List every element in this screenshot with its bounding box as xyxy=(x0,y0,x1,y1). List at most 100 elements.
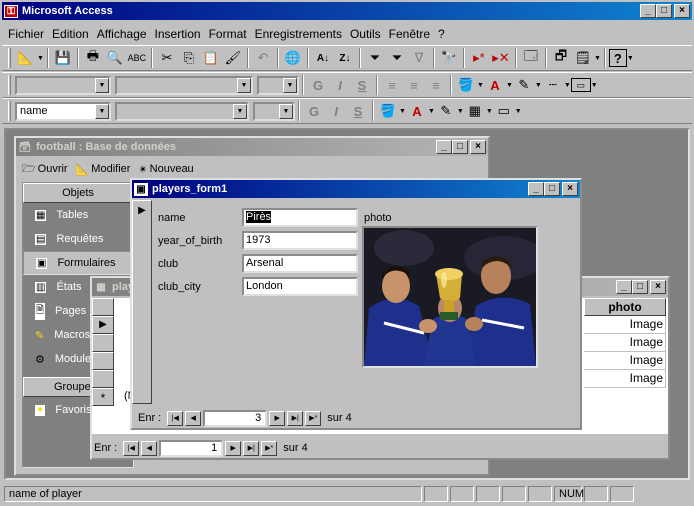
form-window: ▣ players_form1 _ □ × ▶ name Pirès year_… xyxy=(130,178,582,430)
form-maximize-button[interactable]: □ xyxy=(544,182,560,196)
sort-descending-icon[interactable]: Z↓ xyxy=(334,47,356,69)
view-icon[interactable]: 📐 xyxy=(15,47,37,69)
maximize-button[interactable]: □ xyxy=(656,4,672,18)
object-selector-combo[interactable]: name ▼ xyxy=(15,101,111,121)
form-first-record-button[interactable]: |◀ xyxy=(167,410,184,426)
table-record-total: sur 4 xyxy=(283,442,308,454)
previous-record-button[interactable]: ◀ xyxy=(141,440,158,456)
new-record-icon[interactable]: ▸* xyxy=(468,47,490,69)
font-color-icon[interactable]: A xyxy=(406,100,428,122)
photo-cell[interactable]: Image xyxy=(584,370,666,388)
form-minimize-button[interactable]: _ xyxy=(528,182,544,196)
menu-insertion[interactable]: Insertion xyxy=(151,27,205,41)
record-selector[interactable]: ▶ xyxy=(92,316,114,334)
font-size-combo[interactable]: ▼ xyxy=(253,101,295,121)
new-record-selector[interactable]: * xyxy=(92,388,114,406)
form-record-selector[interactable]: ▶ xyxy=(132,200,152,404)
spellcheck-icon[interactable]: ABC xyxy=(126,47,148,69)
form-previous-record-button[interactable]: ◀ xyxy=(185,410,202,426)
photo-cell[interactable]: Image xyxy=(584,334,666,352)
club-field[interactable]: Arsenal xyxy=(242,254,358,273)
new-object-icon[interactable]: 🗒 xyxy=(572,47,594,69)
italic-button[interactable]: I xyxy=(325,100,347,122)
copy-icon[interactable]: ⎘ xyxy=(178,47,200,69)
sort-ascending-icon[interactable]: A↓ xyxy=(312,47,334,69)
find-icon[interactable]: 🔭 xyxy=(438,47,460,69)
db-maximize-button[interactable]: □ xyxy=(452,140,468,154)
properties-icon[interactable]: 🗔 xyxy=(520,47,542,69)
form-record-number-input[interactable]: 3 xyxy=(203,409,268,427)
align-left-icon: ≡ xyxy=(388,77,396,93)
new-record-button[interactable]: ▶* xyxy=(261,440,278,456)
close-button[interactable]: × xyxy=(674,4,690,18)
menu-format[interactable]: Format xyxy=(205,27,251,41)
form-next-record-button[interactable]: ▶ xyxy=(269,410,286,426)
name-label: name xyxy=(158,212,186,224)
form-new-record-button[interactable]: ▶* xyxy=(305,410,322,426)
table-maximize-button[interactable]: □ xyxy=(632,280,648,294)
menu-affichage[interactable]: Affichage xyxy=(93,27,151,41)
next-record-button[interactable]: ▶ xyxy=(225,440,242,456)
photo-column-header[interactable]: photo xyxy=(584,298,666,316)
bold-button[interactable]: G xyxy=(303,100,325,122)
form-last-record-button[interactable]: ▶| xyxy=(287,410,304,426)
format-painter-icon[interactable]: 🖌 xyxy=(222,47,244,69)
first-record-button[interactable]: |◀ xyxy=(123,440,140,456)
open-button[interactable]: 🗁 Ouvrir xyxy=(22,160,68,179)
undo-icon[interactable]: ↶ xyxy=(252,47,274,69)
database-window-icon[interactable]: 🗗 xyxy=(550,47,572,69)
apply-filter-icon[interactable]: ∇ xyxy=(408,47,430,69)
objects-item-tables[interactable]: ▦ Tables xyxy=(23,203,133,227)
menu-help[interactable]: ? xyxy=(434,27,449,41)
db-close-button[interactable]: × xyxy=(470,140,486,154)
menu-fichier[interactable]: Fichier xyxy=(4,27,48,41)
objects-item-queries[interactable]: ▤ Requêtes xyxy=(23,227,133,251)
menu-fenetre[interactable]: Fenêtre xyxy=(385,27,434,41)
last-record-button[interactable]: ▶| xyxy=(243,440,260,456)
object-combo-disabled: ▼ xyxy=(15,75,111,95)
objects-item-forms[interactable]: ▣ Formulaires xyxy=(23,251,133,275)
table-close-button[interactable]: × xyxy=(650,280,666,294)
photo-frame[interactable] xyxy=(362,226,538,368)
minimize-button[interactable]: _ xyxy=(640,4,656,18)
gridlines-icon[interactable]: ▦ xyxy=(464,100,486,122)
form-close-button[interactable]: × xyxy=(562,182,578,196)
db-minimize-button[interactable]: _ xyxy=(436,140,452,154)
fill-color-icon[interactable]: 🪣 xyxy=(377,100,399,122)
favorites-icon: ✦ xyxy=(35,404,46,416)
objects-header[interactable]: Objets xyxy=(23,183,133,203)
report-icon: ▥ xyxy=(35,281,47,293)
filter-selection-icon[interactable]: ⏷ xyxy=(364,47,386,69)
modify-button[interactable]: 📐 Modifier xyxy=(76,163,131,176)
record-selector[interactable] xyxy=(92,352,114,370)
photo-cell[interactable]: Image xyxy=(584,316,666,334)
name-field[interactable]: Pirès xyxy=(242,208,358,227)
print-preview-icon[interactable]: 🔍 xyxy=(104,47,126,69)
table-minimize-button[interactable]: _ xyxy=(616,280,632,294)
status-bar: name of player NUM xyxy=(0,484,694,504)
save-icon[interactable]: 💾 xyxy=(52,47,74,69)
print-icon[interactable]: 🖶 xyxy=(82,47,104,69)
record-number-input[interactable]: 1 xyxy=(159,439,224,457)
menu-outils[interactable]: Outils xyxy=(346,27,385,41)
formatting-toolbar-disabled: ▼ ▼ ▼ G I S ≡ ≡ ≡ 🪣 ▼ A ▼ ✎ ▼ ┄ ▼ ▭ ▼ xyxy=(2,72,692,98)
border-style-icon[interactable]: ▭ xyxy=(493,100,515,122)
year-of-birth-field[interactable]: 1973 xyxy=(242,231,358,250)
line-color-icon[interactable]: ✎ xyxy=(435,100,457,122)
font-name-combo[interactable]: ▼ xyxy=(115,101,249,121)
photo-cell[interactable]: Image xyxy=(584,352,666,370)
paste-icon[interactable]: 📋 xyxy=(200,47,222,69)
delete-record-icon[interactable]: ▸✕ xyxy=(490,47,512,69)
hyperlink-icon[interactable]: 🌐 xyxy=(282,47,304,69)
menu-enregistrements[interactable]: Enregistrements xyxy=(251,27,346,41)
help-icon[interactable]: ? xyxy=(608,49,627,67)
menu-edition[interactable]: Edition xyxy=(48,27,93,41)
status-panel xyxy=(584,486,608,502)
club-city-field[interactable]: London xyxy=(242,277,358,296)
record-selector[interactable] xyxy=(92,370,114,388)
cut-icon[interactable]: ✂ xyxy=(156,47,178,69)
record-selector[interactable] xyxy=(92,334,114,352)
new-button[interactable]: ✴ Nouveau xyxy=(138,163,193,176)
underline-button[interactable]: S xyxy=(347,100,369,122)
filter-form-icon[interactable]: ⏷ xyxy=(386,47,408,69)
